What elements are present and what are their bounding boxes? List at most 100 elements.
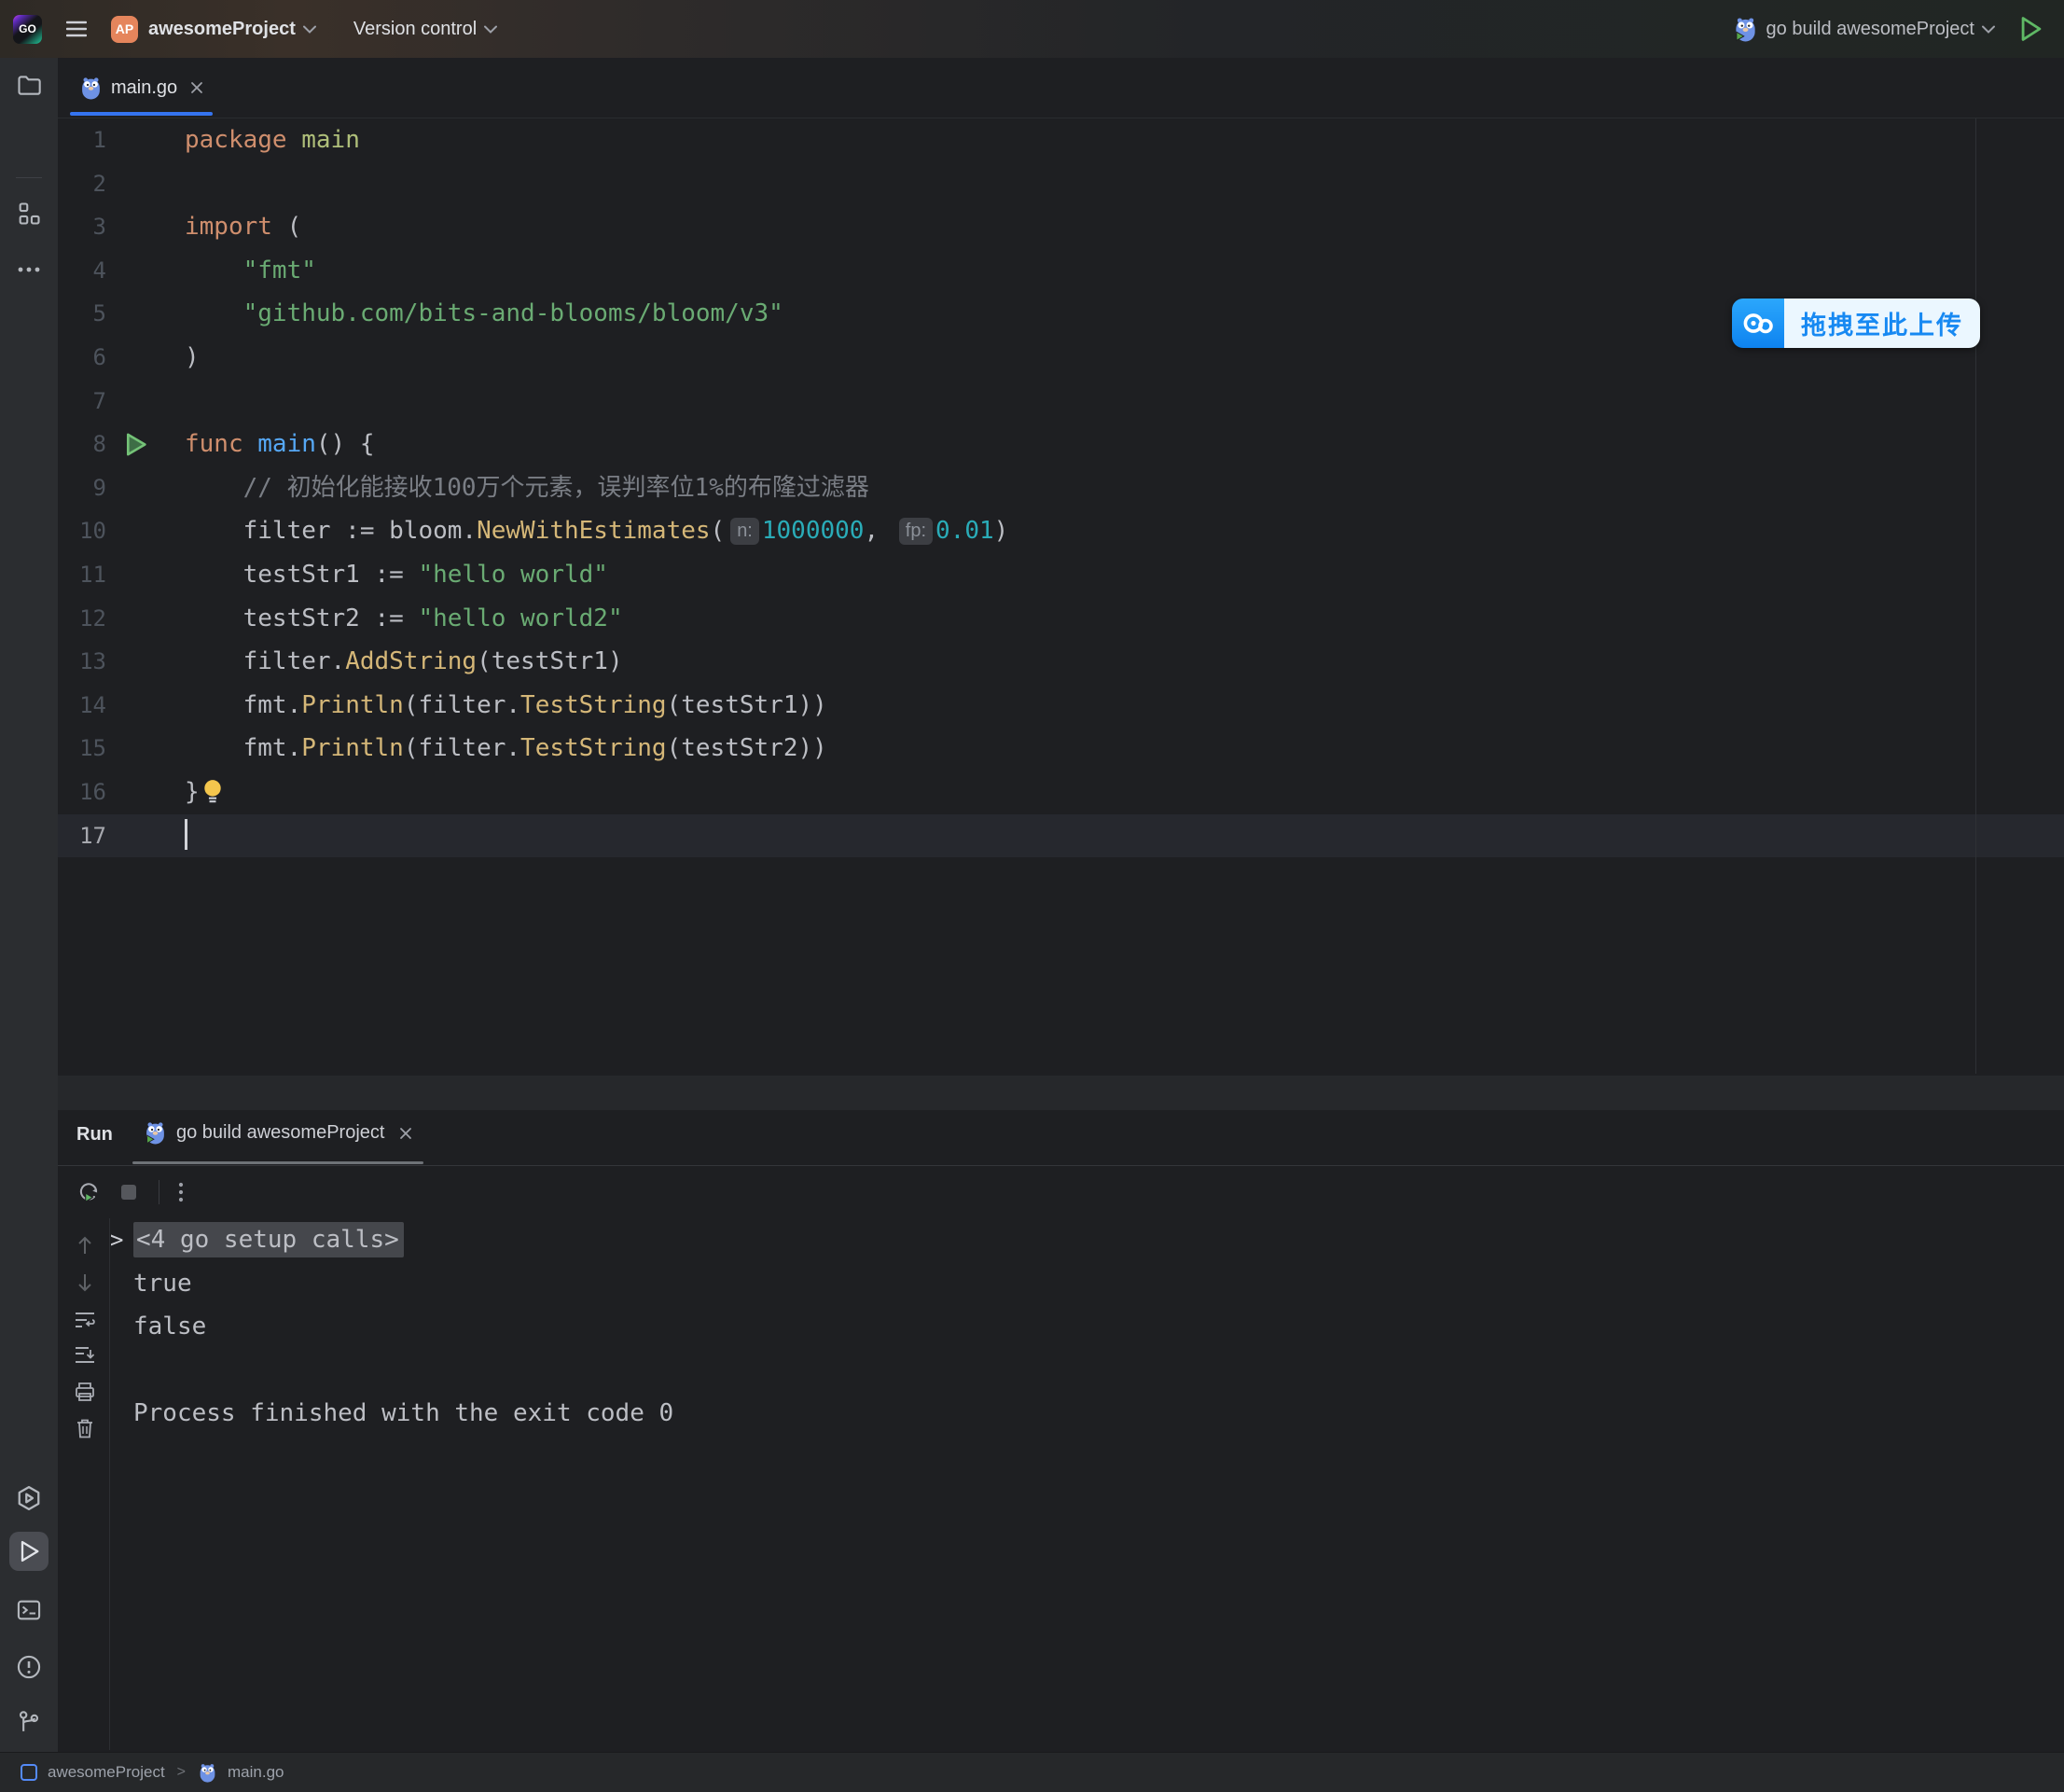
line-number: 11 (58, 553, 106, 597)
next-occurrence-button[interactable] (73, 1271, 97, 1295)
gutter-space (106, 118, 185, 162)
run-tab-close-icon[interactable] (399, 1127, 412, 1140)
editor-line-1[interactable]: 1 package main (58, 118, 2064, 162)
gutter-space (106, 597, 185, 641)
rerun-button[interactable] (76, 1180, 101, 1204)
terminal-tool-window-button[interactable] (9, 1591, 48, 1630)
main-menu-button[interactable] (66, 21, 87, 37)
console-line-2[interactable]: true (110, 1262, 2059, 1306)
tab-main-go[interactable]: main.go (70, 58, 216, 118)
console-line-3[interactable]: false (110, 1305, 2059, 1349)
run-configuration-selector[interactable]: go build awesomeProject (1766, 19, 1974, 40)
breadcrumb-project[interactable]: awesomeProject (48, 1763, 165, 1782)
soft-wrap-button[interactable] (73, 1308, 97, 1332)
fold-expand-icon[interactable]: > (110, 1218, 123, 1262)
code-text: fmt.Println(filter.TestString(testStr2)) (185, 727, 2064, 771)
code-text (185, 380, 2064, 424)
code-text: package main (185, 118, 2064, 162)
inline-parameter-hint: n: (730, 518, 759, 545)
inline-parameter-hint: fp: (899, 518, 933, 545)
more-tool-windows-button[interactable] (9, 250, 48, 289)
gutter-space (106, 205, 185, 249)
console-line-5[interactable]: Process finished with the exit code 0 (110, 1392, 2059, 1436)
line-number: 3 (58, 205, 106, 249)
project-name[interactable]: awesomeProject (148, 19, 296, 40)
editor-line-12[interactable]: 12 testStr2 := "hello world2" (58, 597, 2064, 641)
line-number: 6 (58, 336, 106, 380)
code-text: import ( (185, 205, 2064, 249)
tab-close-icon[interactable] (190, 81, 203, 94)
problems-tool-window-button[interactable] (9, 1647, 48, 1687)
go-file-gopher-icon (79, 76, 103, 100)
run-tool-window-button[interactable] (9, 1532, 48, 1571)
editor-line-9[interactable]: 9 // 初始化能接收100万个元素，误判率位1%的布隆过滤器 (58, 466, 2064, 510)
gutter-space (106, 292, 185, 336)
console-toolbar (58, 1218, 110, 1750)
run-config-chevron-down-icon[interactable] (1982, 25, 1995, 34)
editor-line-13[interactable]: 13 filter.AddString(testStr1) (58, 640, 2064, 684)
gutter-space (106, 771, 185, 814)
stop-button[interactable] (119, 1183, 138, 1202)
scroll-to-end-button[interactable] (73, 1342, 97, 1367)
gutter-space (106, 380, 185, 424)
editor-line-17[interactable]: 17 (58, 814, 2064, 858)
code-text: filter := bloom.NewWithEstimates(n:10000… (185, 509, 2064, 553)
console-text: true (133, 1270, 192, 1298)
project-chevron-down-icon[interactable] (303, 25, 316, 34)
gutter-space (106, 553, 185, 597)
project-tool-window-button[interactable] (9, 65, 48, 104)
version-control-widget[interactable]: Version control (353, 19, 477, 40)
gutter-space (106, 336, 185, 380)
editor-line-15[interactable]: 15 fmt.Println(filter.TestString(testStr… (58, 727, 2064, 771)
structure-tool-window-button[interactable] (9, 194, 48, 233)
prev-occurrence-button[interactable] (73, 1233, 97, 1257)
line-number: 4 (58, 249, 106, 293)
active-tab-indicator (70, 112, 213, 116)
run-config-gopher-icon[interactable] (1733, 17, 1758, 42)
run-tool-window: Run go build awesomeProject (58, 1110, 2064, 1752)
gutter-space (106, 814, 185, 858)
run-button[interactable] (2019, 16, 2043, 42)
more-options-button[interactable] (178, 1181, 184, 1203)
line-number: 1 (58, 118, 106, 162)
services-tool-window-button[interactable] (9, 1479, 48, 1518)
run-panel-header: Run go build awesomeProject (58, 1110, 2064, 1166)
code-editor[interactable]: 1package main23import (4 "fmt"5 "github.… (58, 118, 2064, 1076)
breadcrumb-file[interactable]: main.go (228, 1763, 284, 1782)
text-caret (185, 819, 187, 850)
run-tab-gopher-icon (144, 1121, 167, 1145)
editor-line-11[interactable]: 11 testStr1 := "hello world" (58, 553, 2064, 597)
editor-line-7[interactable]: 7 (58, 380, 2064, 424)
console-line-1[interactable]: > <4 go setup calls> (110, 1218, 2059, 1262)
code-text: testStr1 := "hello world" (185, 553, 2064, 597)
editor-line-16[interactable]: 16} (58, 771, 2064, 814)
project-avatar[interactable]: AP (111, 16, 138, 43)
line-number: 12 (58, 597, 106, 641)
editor-line-4[interactable]: 4 "fmt" (58, 249, 2064, 293)
editor-line-10[interactable]: 10 filter := bloom.NewWithEstimates(n:10… (58, 509, 2064, 553)
run-line-gutter-icon[interactable] (106, 423, 185, 466)
line-number: 9 (58, 466, 106, 510)
upload-overlay-label: 拖拽至此上传 (1801, 305, 1963, 341)
vcs-chevron-down-icon[interactable] (484, 25, 497, 34)
console-output[interactable]: > <4 go setup calls> true false Process fini… (110, 1218, 2059, 1436)
editor-line-8[interactable]: 8func main() { (58, 423, 2064, 466)
status-bar: awesomeProject > main.go (0, 1752, 2064, 1792)
netdisk-upload-overlay[interactable]: 拖拽至此上传 (1732, 299, 1980, 348)
intention-bulb-icon[interactable] (200, 778, 224, 806)
run-panel-tab[interactable]: go build awesomeProject (144, 1121, 412, 1145)
print-button[interactable] (73, 1380, 97, 1404)
code-text (185, 814, 2064, 858)
editor-runpanel-splitter[interactable] (58, 1076, 2064, 1110)
gutter-space (106, 466, 185, 510)
editor-line-14[interactable]: 14 fmt.Println(filter.TestString(testStr… (58, 684, 2064, 728)
code-text: filter.AddString(testStr1) (185, 640, 2064, 684)
goland-logo-icon[interactable]: GO (13, 15, 42, 44)
version-control-tool-window-button[interactable] (9, 1702, 48, 1742)
clear-console-button[interactable] (73, 1416, 97, 1440)
console-line-4[interactable] (110, 1349, 2059, 1393)
editor-line-2[interactable]: 2 (58, 162, 2064, 206)
console-text: false (133, 1313, 206, 1341)
editor-line-3[interactable]: 3 import ( (58, 205, 2064, 249)
folded-setup-calls[interactable]: <4 go setup calls> (133, 1222, 404, 1257)
